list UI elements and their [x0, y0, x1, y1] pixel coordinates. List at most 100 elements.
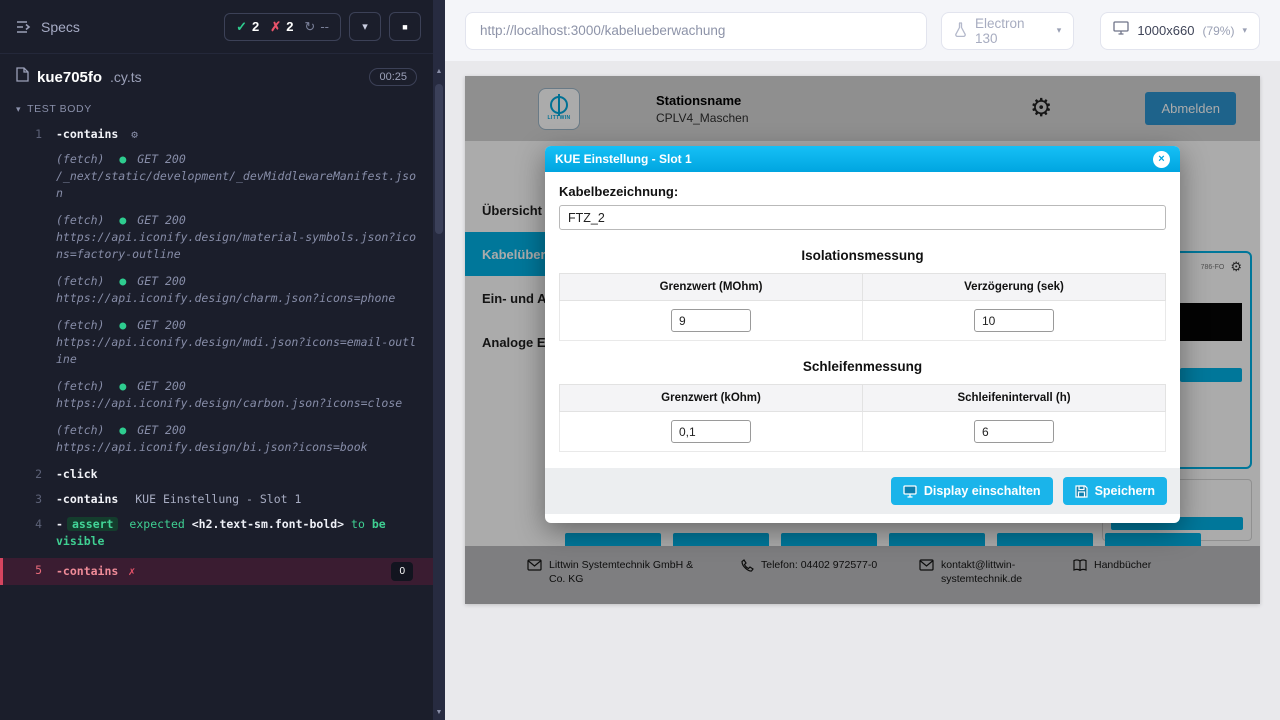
aut-pane: Electron 130 ▾ 1000x660 (79%) ▾ LITTWIN [445, 0, 1280, 720]
stop-icon: ■ [402, 22, 407, 32]
fetch-log-row[interactable]: (fetch) ● GET 200 https://api.iconify.de… [0, 422, 433, 456]
test-body-label: TEST BODY [27, 103, 92, 115]
assert-to: to [351, 517, 365, 531]
chevron-down-icon: ▾ [1242, 25, 1247, 36]
monitor-icon [903, 485, 917, 498]
url-input[interactable] [465, 12, 927, 50]
fetch-tag: (fetch) [56, 274, 104, 288]
aut-topbar: Electron 130 ▾ 1000x660 (79%) ▾ [445, 0, 1280, 61]
spec-extension: .cy.ts [110, 69, 142, 85]
flask-icon [954, 22, 967, 40]
fetch-tag: (fetch) [56, 318, 104, 332]
command-name: -click [56, 467, 98, 481]
test-body-toggle[interactable]: ▾ TEST BODY [0, 96, 433, 124]
fetch-status: GET 200 [137, 274, 185, 288]
grenzwert-kohm-input[interactable] [671, 420, 751, 443]
failed-command-row[interactable]: 5 -contains ✗ 0 [0, 558, 433, 585]
fetch-url: https://api.iconify.design/material-symb… [56, 229, 421, 263]
assert-badge: assert [67, 517, 119, 531]
status-dot-icon: ● [119, 152, 126, 166]
display-on-button[interactable]: Display einschalten [891, 477, 1053, 505]
fetch-url: https://api.iconify.design/bi.json?icons… [56, 439, 421, 456]
cross-icon: ✗ [270, 19, 281, 35]
assert-expected: expected [129, 517, 184, 531]
fetch-tag: (fetch) [56, 152, 104, 166]
check-icon: ✓ [236, 19, 247, 35]
display-icon [1113, 21, 1129, 40]
command-name: -contains [56, 492, 118, 506]
browser-select[interactable]: Electron 130 ▾ [941, 12, 1074, 50]
fetch-status: GET 200 [137, 152, 185, 166]
command-name: -contains [56, 127, 118, 141]
status-dot-icon: ● [119, 423, 126, 437]
kue-settings-modal: KUE Einstellung - Slot 1 × Kabelbezeichn… [545, 146, 1180, 523]
fetch-tag: (fetch) [56, 423, 104, 437]
save-button[interactable]: Speichern [1063, 477, 1167, 505]
command-row[interactable]: 3 -contains KUE Einstellung - Slot 1 [0, 491, 433, 508]
refresh-icon: ↻ [304, 19, 315, 35]
isolation-section-title: Isolationsmessung [559, 248, 1166, 263]
command-number: 3 [0, 491, 56, 508]
modal-title: KUE Einstellung - Slot 1 [555, 152, 692, 166]
fetch-log-row[interactable]: (fetch) ● GET 200 https://api.iconify.de… [0, 273, 433, 307]
col-verzoegerung: Verzögerung (sek) [863, 274, 1166, 301]
specs-menu-button[interactable]: Specs [16, 19, 80, 35]
error-x-icon: ✗ [128, 563, 135, 580]
spec-file-row[interactable]: kue705fo .cy.ts 00:25 [0, 54, 433, 96]
fetch-status: GET 200 [137, 379, 185, 393]
schleifen-table: Grenzwert (kOhm) Schleifenintervall (h) [559, 384, 1166, 452]
chevron-down-icon: ▾ [362, 20, 368, 33]
specs-list-icon [16, 20, 33, 34]
status-dot-icon: ● [119, 213, 126, 227]
command-argument: KUE Einstellung - Slot 1 [135, 492, 301, 506]
command-row[interactable]: 1 -contains ⚙ [0, 126, 433, 143]
command-number: 1 [0, 126, 56, 143]
stat-failed: ✗ 2 [270, 19, 293, 35]
fetch-log-row[interactable]: (fetch) ● GET 200 https://api.iconify.de… [0, 378, 433, 412]
col-schleifenintervall: Schleifenintervall (h) [863, 385, 1166, 412]
command-log: 1 -contains ⚙ (fetch) ● GET 200 /_next/s… [0, 124, 433, 720]
error-count-badge: 0 [391, 562, 413, 581]
assert-row[interactable]: 4 -assert expected <h2.text-sm.font-bold… [0, 516, 433, 550]
runner-scrollbar[interactable]: ▲ ▼ [433, 0, 445, 720]
col-grenzwert-mohm: Grenzwert (MOhm) [560, 274, 863, 301]
fetch-log-row[interactable]: (fetch) ● GET 200 https://api.iconify.de… [0, 317, 433, 368]
test-stats: ✓ 2 ✗ 2 ↻ -- [224, 13, 341, 41]
viewport-zoom: (79%) [1202, 24, 1234, 38]
verzoegerung-input[interactable] [974, 309, 1054, 332]
specs-label: Specs [41, 19, 80, 35]
collapse-tests-button[interactable]: ▾ [349, 12, 381, 41]
fetch-log-row[interactable]: (fetch) ● GET 200 /_next/static/developm… [0, 151, 433, 202]
fetch-log-row[interactable]: (fetch) ● GET 200 https://api.iconify.de… [0, 212, 433, 263]
grenzwert-mohm-input[interactable] [671, 309, 751, 332]
fetch-status: GET 200 [137, 423, 185, 437]
status-dot-icon: ● [119, 379, 126, 393]
save-floppy-icon [1075, 485, 1088, 498]
viewport-size: 1000x660 [1137, 23, 1194, 38]
command-row[interactable]: 2 -click [0, 466, 433, 483]
isolation-table: Grenzwert (MOhm) Verzögerung (sek) [559, 273, 1166, 341]
schleifenintervall-input[interactable] [974, 420, 1054, 443]
scroll-up-icon[interactable]: ▲ [433, 68, 445, 75]
spec-name: kue705fo [37, 69, 102, 86]
fetch-url: https://api.iconify.design/carbon.json?i… [56, 395, 421, 412]
scrollbar-thumb[interactable] [435, 84, 443, 234]
scroll-down-icon[interactable]: ▼ [433, 709, 445, 716]
fetch-tag: (fetch) [56, 213, 104, 227]
table-row [560, 301, 1166, 341]
fetch-url: https://api.iconify.design/charm.json?ic… [56, 290, 421, 307]
viewport-select[interactable]: 1000x660 (79%) ▾ [1100, 12, 1260, 50]
cable-name-input[interactable] [559, 205, 1166, 230]
spec-duration-badge: 00:25 [369, 68, 417, 86]
assert-dash: - [56, 517, 63, 531]
fetch-url: /_next/static/development/_devMiddleware… [56, 168, 421, 202]
gear-icon: ⚙ [131, 128, 138, 141]
browser-name: Electron 130 [975, 16, 1049, 46]
app-under-test: LITTWIN Stationsname CPLV4_Maschen ⚙ Abm… [465, 76, 1260, 604]
command-number: 5 [3, 562, 56, 581]
stop-run-button[interactable]: ■ [389, 12, 421, 41]
close-icon[interactable]: × [1153, 151, 1170, 168]
table-row [560, 412, 1166, 452]
cable-name-label: Kabelbezeichnung: [559, 184, 1166, 199]
fetch-status: GET 200 [137, 318, 185, 332]
